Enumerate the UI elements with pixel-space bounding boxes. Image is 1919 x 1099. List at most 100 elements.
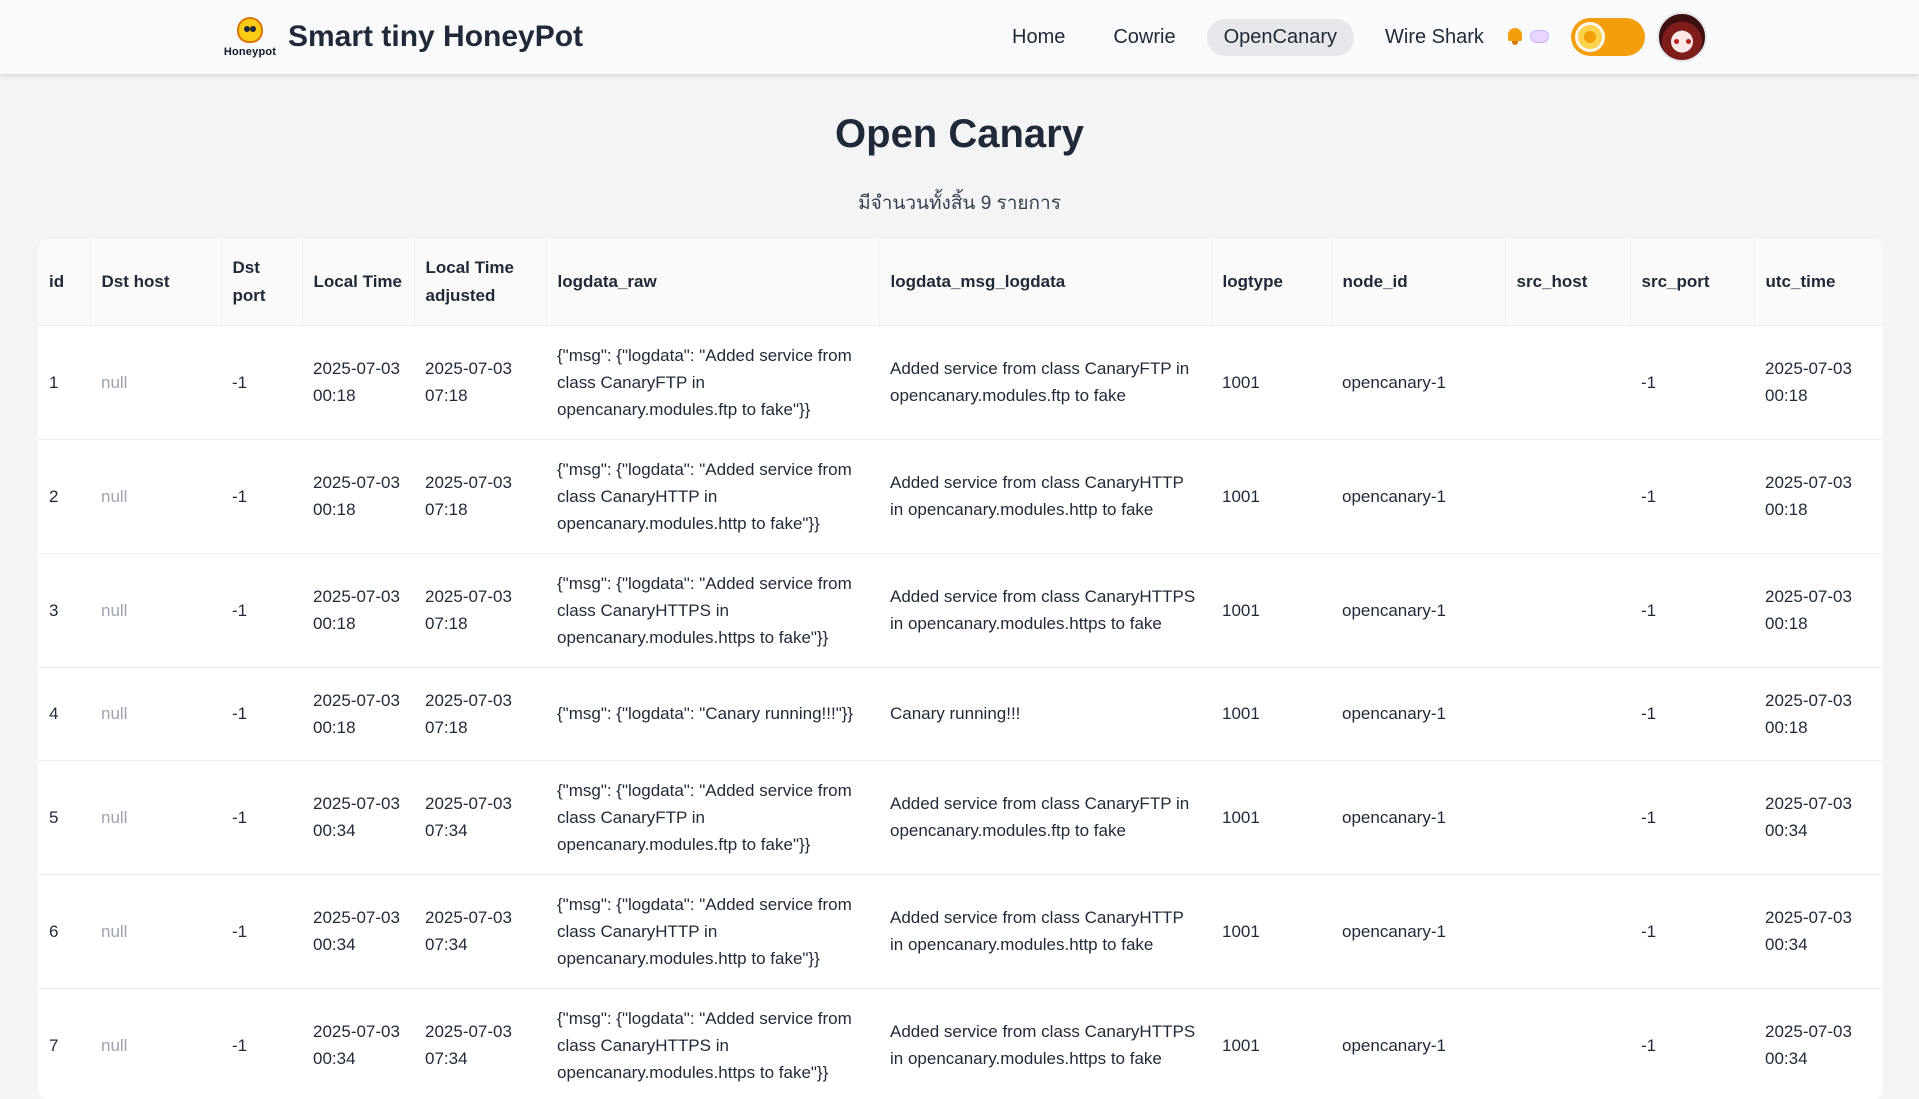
cell-local-time: 2025-07-03 00:18	[302, 552, 414, 667]
cell-local-time: 2025-07-03 00:34	[302, 987, 414, 1099]
cell-id: 5	[38, 759, 90, 874]
nav-link-cowrie[interactable]: Cowrie	[1096, 19, 1192, 56]
sun-icon	[1575, 22, 1605, 52]
cell-src-host	[1505, 438, 1630, 553]
cell-dst-port: -1	[221, 759, 302, 874]
cell-logtype: 1001	[1211, 552, 1331, 667]
col-header-dst-host[interactable]: Dst host	[90, 239, 222, 325]
nav-links: Home Cowrie OpenCanary Wire Shark	[995, 18, 1515, 56]
col-header-local-time-adjusted[interactable]: Local Time adjusted	[414, 239, 547, 325]
honeypot-logo-icon: Honeypot	[222, 10, 278, 64]
cell-logdata-msg: Added service from class CanaryHTTPS in …	[879, 552, 1211, 667]
cell-utc-time: 2025-07-03 00:34	[1754, 987, 1883, 1099]
cell-dst-host: null	[90, 552, 221, 667]
cell-logdata-msg: Added service from class CanaryHTTP in o…	[879, 438, 1211, 553]
page-title: Open Canary	[835, 112, 1084, 156]
cell-src-host	[1505, 666, 1630, 760]
chat-bubble-icon[interactable]	[1529, 28, 1549, 44]
cell-local-time-adjusted: 2025-07-03 07:18	[414, 552, 546, 667]
cell-dst-port: -1	[221, 438, 302, 553]
cell-logdata-raw: {"msg": {"logdata": "Added service from …	[546, 759, 879, 874]
cell-logdata-raw: {"msg": {"logdata": "Added service from …	[546, 552, 879, 667]
cell-logdata-raw: {"msg": {"logdata": "Added service from …	[546, 873, 879, 988]
log-table: id Dst host Dst port Local Time Local Ti…	[38, 239, 1883, 1099]
cell-dst-host: null	[90, 666, 221, 760]
cell-id: 6	[38, 873, 90, 988]
cell-logdata-msg: Added service from class CanaryHTTPS in …	[879, 987, 1211, 1099]
cell-dst-port: -1	[221, 324, 302, 439]
cell-local-time: 2025-07-03 00:18	[302, 666, 414, 760]
cell-id: 4	[38, 666, 90, 760]
cell-logtype: 1001	[1211, 987, 1331, 1099]
nav-icons	[1505, 26, 1549, 46]
brand-title: Smart tiny HoneyPot	[288, 20, 584, 53]
cell-logdata-msg: Canary running!!!	[879, 666, 1211, 760]
bird-icon	[237, 16, 263, 43]
cell-utc-time: 2025-07-03 00:18	[1754, 324, 1883, 439]
cell-local-time-adjusted: 2025-07-03 07:18	[414, 438, 546, 553]
col-header-id[interactable]: id	[38, 239, 91, 325]
brand[interactable]: Honeypot Smart tiny HoneyPot	[222, 10, 583, 64]
cell-logtype: 1001	[1211, 759, 1331, 874]
col-header-logdata-raw[interactable]: logdata_raw	[546, 239, 880, 325]
col-header-utc-time[interactable]: utc_time	[1754, 239, 1883, 325]
cell-src-host	[1505, 987, 1630, 1099]
cell-local-time-adjusted: 2025-07-03 07:34	[414, 987, 546, 1099]
record-count: มีจำนวนทั้งสิ้น 9 รายการ	[858, 193, 1061, 214]
col-header-logtype[interactable]: logtype	[1211, 239, 1332, 325]
cell-utc-time: 2025-07-03 00:34	[1754, 759, 1883, 874]
cell-src-port: -1	[1630, 987, 1754, 1099]
cell-src-host	[1505, 324, 1630, 439]
cell-dst-host: null	[90, 987, 221, 1099]
cell-src-port: -1	[1630, 324, 1754, 439]
col-header-node-id[interactable]: node_id	[1331, 239, 1506, 325]
cell-utc-time: 2025-07-03 00:18	[1754, 666, 1883, 760]
cell-logdata-msg: Added service from class CanaryFTP in op…	[879, 759, 1211, 874]
table-row: 3 null -1 2025-07-03 00:18 2025-07-03 07…	[38, 552, 1883, 667]
cell-src-host	[1505, 552, 1630, 667]
cell-logdata-raw: {"msg": {"logdata": "Canary running!!!"}…	[546, 666, 879, 760]
cell-src-port: -1	[1630, 438, 1754, 553]
cell-src-port: -1	[1630, 759, 1754, 874]
table-row: 5 null -1 2025-07-03 00:34 2025-07-03 07…	[38, 759, 1883, 874]
nav-link-wireshark[interactable]: Wire Shark	[1368, 19, 1501, 56]
cell-logdata-msg: Added service from class CanaryFTP in op…	[879, 324, 1211, 439]
cell-logdata-msg: Added service from class CanaryHTTP in o…	[879, 873, 1211, 988]
cell-logtype: 1001	[1211, 666, 1331, 760]
cell-dst-host: null	[90, 759, 221, 874]
cell-id: 2	[38, 438, 90, 553]
cell-src-host	[1505, 873, 1630, 988]
col-header-src-host[interactable]: src_host	[1505, 239, 1631, 325]
cell-local-time-adjusted: 2025-07-03 07:34	[414, 873, 546, 988]
col-header-dst-port[interactable]: Dst port	[221, 239, 303, 325]
cell-local-time-adjusted: 2025-07-03 07:18	[414, 324, 546, 439]
nav-link-opencanary[interactable]: OpenCanary	[1206, 18, 1355, 56]
table-row: 6 null -1 2025-07-03 00:34 2025-07-03 07…	[38, 873, 1883, 988]
cell-id: 7	[38, 987, 90, 1099]
cell-local-time: 2025-07-03 00:34	[302, 759, 414, 874]
cell-local-time-adjusted: 2025-07-03 07:18	[414, 666, 546, 760]
bell-icon[interactable]	[1505, 26, 1525, 46]
cell-node-id: opencanary-1	[1331, 987, 1505, 1099]
theme-toggle[interactable]	[1571, 18, 1645, 56]
cell-node-id: opencanary-1	[1331, 438, 1505, 553]
cell-logdata-raw: {"msg": {"logdata": "Added service from …	[546, 324, 879, 439]
table-row: 4 null -1 2025-07-03 00:18 2025-07-03 07…	[38, 666, 1883, 760]
table-row: 2 null -1 2025-07-03 00:18 2025-07-03 07…	[38, 438, 1883, 553]
cell-src-port: -1	[1630, 666, 1754, 760]
col-header-src-port[interactable]: src_port	[1630, 239, 1755, 325]
col-header-local-time[interactable]: Local Time	[302, 239, 415, 325]
cell-node-id: opencanary-1	[1331, 873, 1505, 988]
cell-src-port: -1	[1630, 873, 1754, 988]
nav-link-home[interactable]: Home	[995, 19, 1082, 56]
col-header-logdata-msg[interactable]: logdata_msg_logdata	[879, 239, 1212, 325]
log-table-card: id Dst host Dst port Local Time Local Ti…	[38, 239, 1883, 1099]
cell-id: 3	[38, 552, 90, 667]
cell-local-time: 2025-07-03 00:18	[302, 324, 414, 439]
cell-logdata-raw: {"msg": {"logdata": "Added service from …	[546, 987, 879, 1099]
cell-utc-time: 2025-07-03 00:18	[1754, 438, 1883, 553]
cell-node-id: opencanary-1	[1331, 552, 1505, 667]
cell-local-time: 2025-07-03 00:34	[302, 873, 414, 988]
user-avatar[interactable]	[1657, 12, 1707, 62]
cell-local-time-adjusted: 2025-07-03 07:34	[414, 759, 546, 874]
